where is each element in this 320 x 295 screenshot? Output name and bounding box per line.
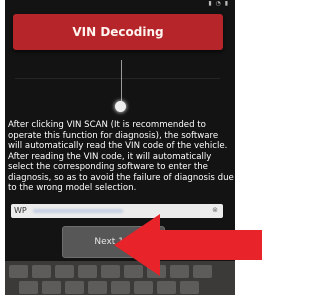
header-bar: VIN Decoding xyxy=(13,14,223,50)
page-title: VIN Decoding xyxy=(72,25,164,39)
keyboard-key[interactable] xyxy=(42,281,61,294)
vin-obscured-value xyxy=(33,209,123,213)
vin-input-value: WP xyxy=(14,206,27,215)
keyboard-key[interactable] xyxy=(157,281,176,294)
dimmed-divider xyxy=(15,78,220,79)
red-arrow-icon xyxy=(114,214,262,276)
status-icons: ▮ ◔ ▮ xyxy=(208,0,229,7)
keyboard-key[interactable] xyxy=(32,265,51,278)
keyboard-key[interactable] xyxy=(111,281,130,294)
tutorial-pointer-line xyxy=(121,60,122,104)
keyboard-key[interactable] xyxy=(9,265,28,278)
keyboard-row xyxy=(19,281,199,294)
tutorial-text: After clicking VIN SCAN (It is recommend… xyxy=(8,120,234,193)
keyboard-key[interactable] xyxy=(134,281,153,294)
keyboard-key[interactable] xyxy=(180,281,199,294)
status-bar: ▮ ◔ ▮ xyxy=(5,0,235,10)
tutorial-pointer-dot-icon xyxy=(115,101,126,112)
keyboard-key[interactable] xyxy=(55,265,74,278)
keyboard-key[interactable] xyxy=(65,281,84,294)
keyboard-key[interactable] xyxy=(78,265,97,278)
keyboard-key[interactable] xyxy=(88,281,107,294)
keyboard-key[interactable] xyxy=(19,281,38,294)
